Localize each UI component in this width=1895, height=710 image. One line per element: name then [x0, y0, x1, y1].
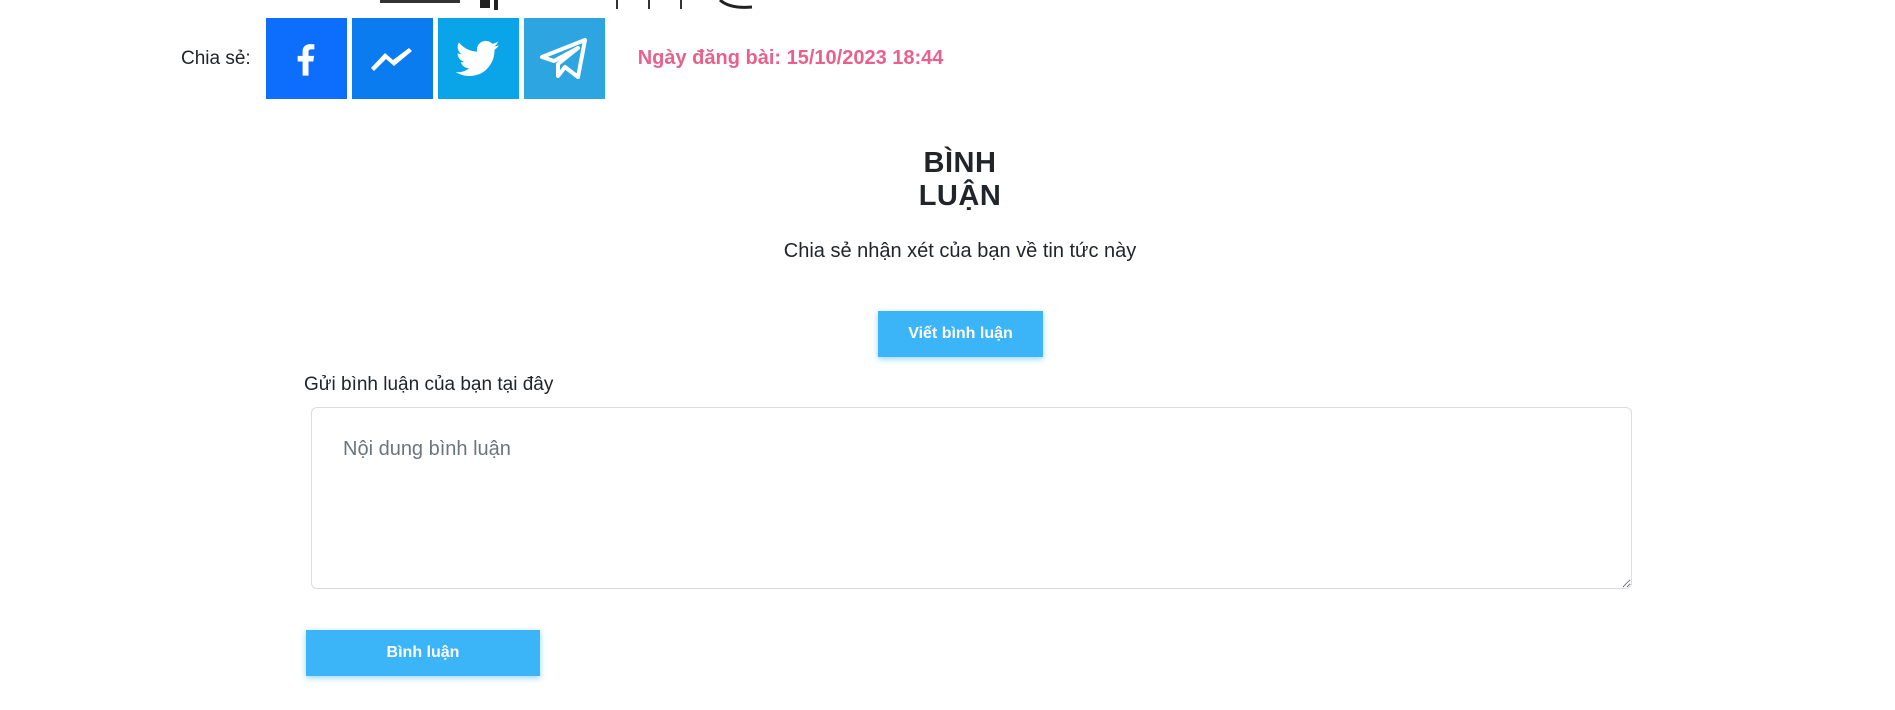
- page: Chia sẻ: Ngày đăng bài: 15/10/2023 18:44…: [0, 0, 1895, 710]
- comment-form-label: Gửi bình luận của bạn tại đây: [304, 374, 554, 395]
- comments-subtitle: Chia sẻ nhận xét của bạn về tin tức này: [783, 240, 1137, 262]
- share-telegram-button[interactable]: [523, 18, 605, 99]
- article-image-remnant: [380, 0, 753, 10]
- submit-comment-button[interactable]: Bình luận: [306, 630, 540, 676]
- share-label: Chia sẻ:: [181, 47, 251, 69]
- share-messenger-button[interactable]: [351, 18, 433, 99]
- comment-textarea[interactable]: [311, 407, 1632, 589]
- share-row: Chia sẻ: Ngày đăng bài: 15/10/2023 18:44: [181, 18, 943, 99]
- share-twitter-button[interactable]: [437, 18, 519, 99]
- facebook-icon: [297, 43, 315, 76]
- post-date: Ngày đăng bài: 15/10/2023 18:44: [637, 47, 944, 69]
- twitter-icon: [456, 40, 500, 76]
- messenger-icon: [371, 47, 413, 71]
- share-facebook-button[interactable]: [265, 18, 347, 99]
- write-comment-button[interactable]: Viết bình luận: [878, 311, 1043, 357]
- telegram-icon: [540, 37, 588, 79]
- comments-title: BÌNH LUẬN: [918, 147, 1002, 212]
